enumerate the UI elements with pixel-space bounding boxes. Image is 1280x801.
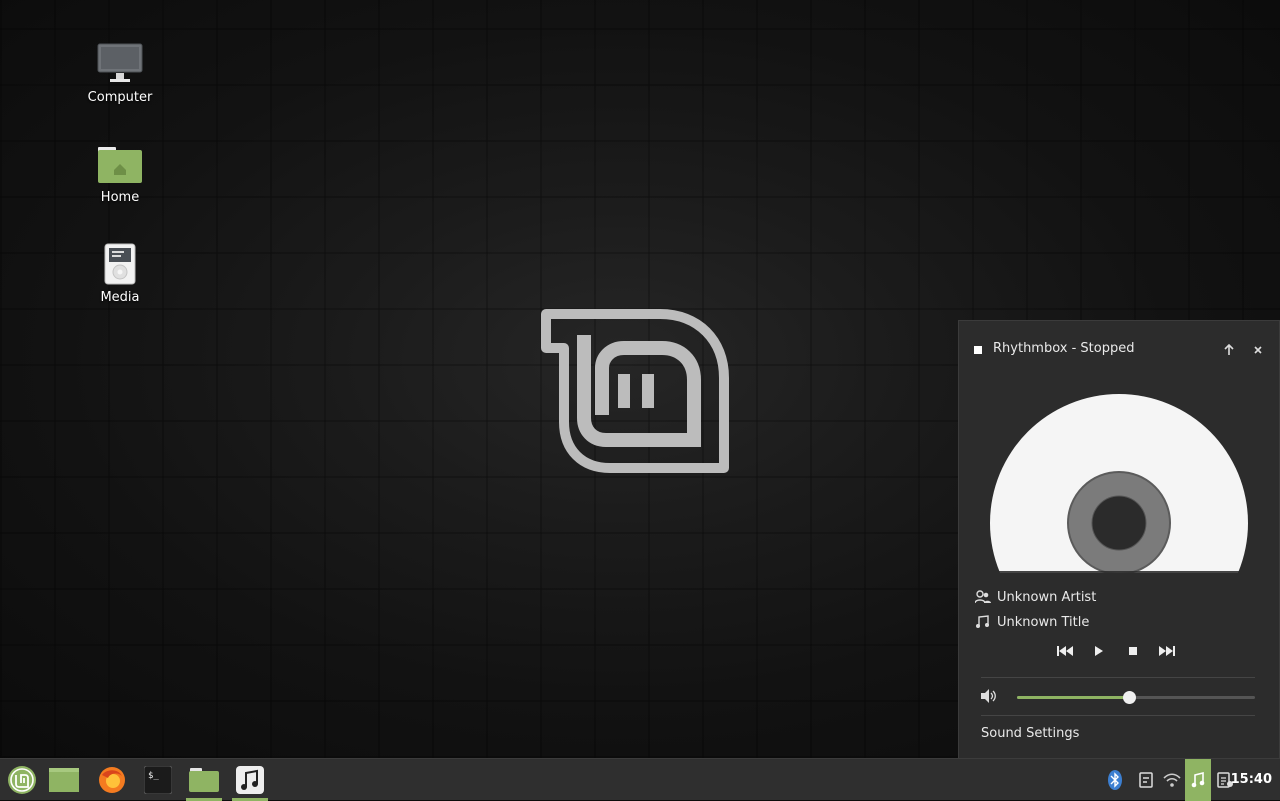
close-icon — [1254, 346, 1262, 354]
desktop-icon-computer[interactable]: Computer — [75, 40, 165, 105]
media-player-icon — [75, 240, 165, 288]
bluetooth-icon — [1108, 770, 1122, 790]
music-note-icon — [976, 615, 989, 628]
stop-icon — [1129, 647, 1137, 655]
volume-slider-fill — [1017, 696, 1129, 699]
files-window-button[interactable] — [182, 759, 226, 801]
home-folder-icon — [75, 140, 165, 188]
stop-button[interactable] — [1123, 641, 1143, 661]
speaker-icon[interactable] — [981, 689, 997, 703]
next-icon — [1159, 646, 1175, 656]
terminal-launcher[interactable]: $_ — [136, 759, 180, 801]
quit-player-button[interactable] — [1247, 339, 1269, 361]
volume-slider[interactable] — [1017, 691, 1255, 704]
stopped-status-icon — [974, 346, 982, 354]
desktop-icon-label: Media — [100, 290, 140, 305]
rhythmbox-icon — [236, 766, 264, 794]
desktop-icon-label: Home — [100, 190, 140, 205]
previous-icon — [1057, 646, 1073, 656]
volume-slider-handle[interactable] — [1122, 691, 1136, 704]
play-icon — [1095, 646, 1103, 656]
volume-row — [981, 687, 1257, 707]
raise-player-button[interactable] — [1218, 339, 1240, 361]
firefox-icon — [99, 767, 125, 793]
wifi-icon — [1163, 773, 1181, 787]
artist-label: Unknown Artist — [997, 589, 1097, 605]
previous-button[interactable] — [1055, 641, 1075, 661]
show-desktop-button[interactable] — [42, 759, 86, 801]
firefox-launcher[interactable] — [90, 759, 134, 801]
arrow-up-icon — [1224, 344, 1234, 355]
clock[interactable]: 15:40 — [1231, 759, 1272, 801]
sound-applet-popup: Rhythmbox - Stopped Unknown Artist Unkno… — [958, 320, 1280, 758]
notes-tray-button[interactable] — [1133, 759, 1159, 801]
desktop-icon-media[interactable]: Media — [75, 240, 165, 305]
title-row: Unknown Title — [975, 612, 1089, 632]
sound-settings-item[interactable]: Sound Settings — [981, 726, 1079, 741]
album-art — [959, 373, 1279, 573]
rhythmbox-window-button[interactable] — [228, 759, 272, 801]
separator — [981, 715, 1255, 716]
artist-row: Unknown Artist — [975, 587, 1096, 607]
sound-tray-button[interactable] — [1185, 759, 1211, 801]
player-header: Rhythmbox - Stopped — [959, 339, 1279, 361]
separator — [981, 677, 1255, 678]
play-button[interactable] — [1089, 641, 1109, 661]
track-title-label: Unknown Title — [997, 614, 1090, 630]
svg-text:$_: $_ — [148, 771, 159, 781]
notes-icon — [1139, 772, 1153, 788]
sound-applet-icon — [1191, 772, 1205, 788]
desktop-icon-home[interactable]: Home — [75, 140, 165, 205]
mint-menu-button[interactable] — [0, 759, 44, 801]
show-desktop-icon — [49, 768, 79, 792]
mint-menu-icon — [8, 766, 36, 794]
taskbar-panel: $_ 15:40 — [0, 758, 1280, 801]
next-button[interactable] — [1157, 641, 1177, 661]
playback-controls — [1055, 641, 1177, 661]
network-tray-button[interactable] — [1159, 759, 1185, 801]
linux-mint-logo — [540, 308, 730, 473]
files-icon — [189, 768, 219, 792]
terminal-icon: $_ — [144, 766, 172, 794]
player-title: Rhythmbox - Stopped — [993, 341, 1135, 356]
computer-icon — [75, 40, 165, 88]
desktop-icon-label: Computer — [87, 90, 153, 105]
artist-icon — [975, 590, 991, 604]
bluetooth-tray-button[interactable] — [1102, 759, 1128, 801]
